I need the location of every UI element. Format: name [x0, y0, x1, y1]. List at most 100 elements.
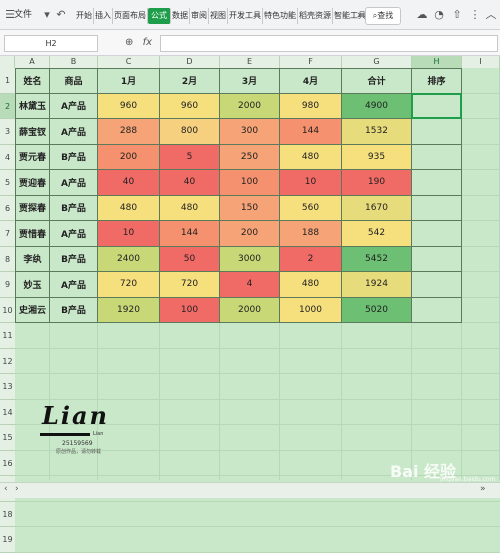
table-cell[interactable]: 40: [98, 170, 160, 196]
table-cell[interactable]: 980: [280, 93, 342, 119]
row-header[interactable]: 18: [0, 501, 15, 527]
chevron-down-icon[interactable]: ▾: [40, 9, 54, 21]
table-cell[interactable]: B产品: [50, 195, 98, 221]
table-cell[interactable]: [412, 195, 462, 221]
row-header[interactable]: 13: [0, 374, 15, 400]
table-cell[interactable]: [412, 119, 462, 145]
ribbon-tab[interactable]: 数据: [171, 8, 190, 24]
table-cell[interactable]: 300: [220, 119, 280, 145]
column-header[interactable]: H: [412, 56, 462, 68]
column-header[interactable]: C: [98, 56, 160, 68]
table-cell[interactable]: A产品: [50, 170, 98, 196]
row-header[interactable]: 6: [0, 195, 15, 221]
table-header-cell[interactable]: 姓名: [15, 68, 50, 94]
table-cell[interactable]: 40: [160, 170, 220, 196]
table-cell[interactable]: 2: [280, 246, 342, 272]
table-cell[interactable]: 1920: [98, 297, 160, 323]
table-cell[interactable]: 4: [220, 272, 280, 298]
table-cell[interactable]: 542: [342, 221, 412, 247]
table-cell[interactable]: 2000: [220, 93, 280, 119]
formula-input[interactable]: [160, 35, 498, 52]
table-cell[interactable]: 贾探春: [15, 195, 50, 221]
column-header[interactable]: A: [15, 56, 50, 68]
select-all-corner[interactable]: [0, 56, 15, 68]
table-cell[interactable]: 林黛玉: [15, 93, 50, 119]
share-icon[interactable]: ⇧: [450, 9, 464, 21]
prev-sheet-icon[interactable]: ‹: [4, 484, 8, 494]
table-cell[interactable]: 2000: [220, 297, 280, 323]
name-box[interactable]: H2: [4, 35, 98, 52]
ribbon-tab[interactable]: 审阅: [190, 8, 209, 24]
table-cell[interactable]: 1924: [342, 272, 412, 298]
table-header-cell[interactable]: 排序: [412, 68, 462, 94]
table-cell[interactable]: [412, 221, 462, 247]
table-cell[interactable]: 10: [98, 221, 160, 247]
table-cell[interactable]: 935: [342, 144, 412, 170]
table-cell[interactable]: 10: [280, 170, 342, 196]
table-cell[interactable]: 480: [280, 144, 342, 170]
table-cell[interactable]: 188: [280, 221, 342, 247]
table-cell[interactable]: 李纨: [15, 246, 50, 272]
table-cell[interactable]: 1532: [342, 119, 412, 145]
table-cell[interactable]: 250: [220, 144, 280, 170]
table-cell[interactable]: A产品: [50, 93, 98, 119]
table-cell[interactable]: 4900: [342, 93, 412, 119]
row-header[interactable]: 16: [0, 450, 15, 476]
table-cell[interactable]: 贾惜春: [15, 221, 50, 247]
more-arrow-icon[interactable]: ›: [352, 9, 366, 21]
active-cell-selection[interactable]: [411, 92, 462, 119]
table-cell[interactable]: A产品: [50, 119, 98, 145]
ribbon-tab[interactable]: 插入: [94, 8, 113, 24]
table-cell[interactable]: [412, 170, 462, 196]
table-cell[interactable]: 720: [160, 272, 220, 298]
row-header[interactable]: 3: [0, 119, 15, 145]
table-cell[interactable]: A产品: [50, 221, 98, 247]
next-sheet-icon[interactable]: ›: [15, 484, 19, 494]
table-cell[interactable]: 100: [220, 170, 280, 196]
table-cell[interactable]: 薛宝钗: [15, 119, 50, 145]
table-cell[interactable]: 480: [98, 195, 160, 221]
table-cell[interactable]: 144: [280, 119, 342, 145]
table-cell[interactable]: 190: [342, 170, 412, 196]
row-header[interactable]: 1: [0, 68, 15, 94]
ribbon-tab[interactable]: 页面布局: [113, 8, 148, 24]
table-cell[interactable]: 5: [160, 144, 220, 170]
table-header-cell[interactable]: 1月: [98, 68, 160, 94]
table-cell[interactable]: 妙玉: [15, 272, 50, 298]
table-cell[interactable]: [412, 246, 462, 272]
last-sheet-icon[interactable]: »: [480, 484, 486, 494]
row-header[interactable]: 8: [0, 246, 15, 272]
row-header[interactable]: 19: [0, 527, 15, 553]
table-cell[interactable]: 150: [220, 195, 280, 221]
table-header-cell[interactable]: 商品: [50, 68, 98, 94]
row-header[interactable]: 14: [0, 399, 15, 425]
table-header-cell[interactable]: 4月: [280, 68, 342, 94]
table-cell[interactable]: A产品: [50, 272, 98, 298]
table-cell[interactable]: 480: [160, 195, 220, 221]
table-cell[interactable]: B产品: [50, 297, 98, 323]
row-header[interactable]: 2: [0, 93, 15, 119]
table-cell[interactable]: 480: [280, 272, 342, 298]
table-cell[interactable]: 5020: [342, 297, 412, 323]
zoom-icon[interactable]: ⊕: [125, 37, 133, 48]
table-cell[interactable]: [412, 144, 462, 170]
table-cell[interactable]: 200: [220, 221, 280, 247]
file-menu-button[interactable]: 文件: [14, 7, 32, 23]
table-cell[interactable]: 1670: [342, 195, 412, 221]
table-cell[interactable]: 5452: [342, 246, 412, 272]
table-cell[interactable]: 贾迎春: [15, 170, 50, 196]
table-cell[interactable]: 3000: [220, 246, 280, 272]
table-cell[interactable]: 800: [160, 119, 220, 145]
column-header[interactable]: E: [220, 56, 280, 68]
table-cell[interactable]: 288: [98, 119, 160, 145]
ribbon-tab[interactable]: 开发工具: [228, 8, 263, 24]
row-header[interactable]: 10: [0, 297, 15, 323]
search-button[interactable]: ⌕查找: [365, 7, 401, 25]
row-header[interactable]: 4: [0, 144, 15, 170]
table-cell[interactable]: 贾元春: [15, 144, 50, 170]
row-header[interactable]: 9: [0, 272, 15, 298]
table-cell[interactable]: 560: [280, 195, 342, 221]
column-header[interactable]: B: [50, 56, 98, 68]
table-cell[interactable]: 144: [160, 221, 220, 247]
ribbon-tab[interactable]: 公式: [148, 8, 171, 24]
